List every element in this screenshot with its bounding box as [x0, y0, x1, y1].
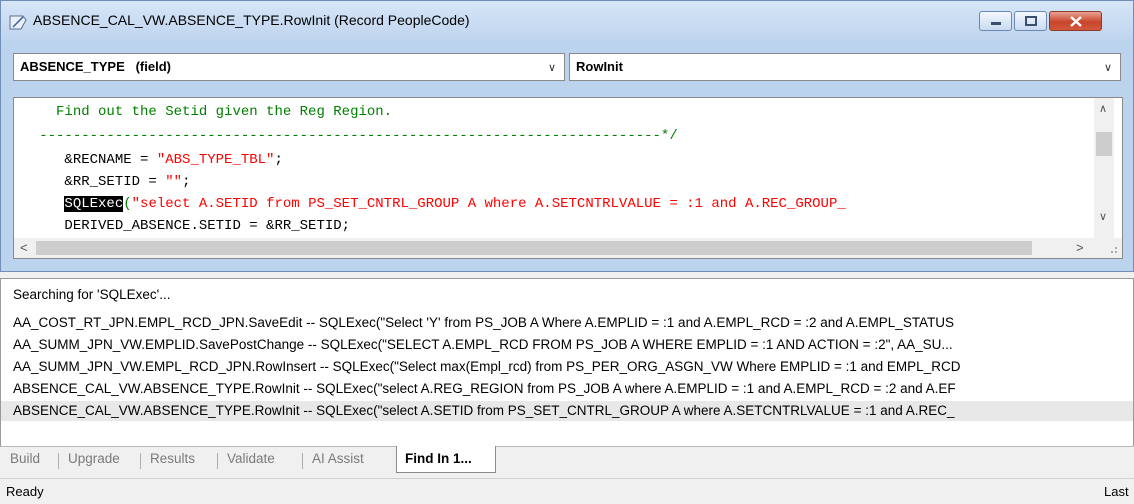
tab-build[interactable]: Build: [10, 451, 40, 466]
scroll-left-icon[interactable]: <: [20, 240, 28, 255]
status-text: Ready: [6, 484, 44, 499]
vertical-scrollbar[interactable]: ∧ ∨: [1094, 98, 1114, 238]
code-editor[interactable]: Find out the Setid given the Reg Region.…: [13, 97, 1123, 259]
status-right-text: Last: [1104, 484, 1129, 499]
close-button[interactable]: [1049, 11, 1102, 31]
result-row[interactable]: AA_SUMM_JPN_VW.EMPLID.SavePostChange -- …: [1, 335, 1133, 355]
scroll-up-icon[interactable]: ∧: [1099, 102, 1107, 115]
result-row[interactable]: ABSENCE_CAL_VW.ABSENCE_TYPE.RowInit -- S…: [1, 379, 1133, 399]
tab-validate[interactable]: Validate: [227, 451, 275, 466]
vertical-scroll-thumb[interactable]: [1096, 132, 1112, 156]
field-dropdown[interactable]: ABSENCE_TYPE (field) ∨: [13, 53, 565, 81]
tab-upgrade[interactable]: Upgrade: [68, 451, 120, 466]
scroll-down-icon[interactable]: ∨: [1099, 210, 1107, 223]
minimize-button[interactable]: [979, 11, 1012, 31]
chevron-down-icon: ∨: [548, 62, 557, 74]
tab-separator: [140, 453, 141, 469]
event-dropdown-value: RowInit: [576, 59, 623, 74]
tab-separator: [58, 453, 59, 469]
tab-separator: [217, 453, 218, 469]
code-token: ;: [182, 174, 191, 190]
horizontal-scrollbar[interactable]: < >: [14, 238, 1094, 258]
status-bar: Ready Last: [0, 478, 1134, 504]
peoplecode-window: ABSENCE_CAL_VW.ABSENCE_TYPE.RowInit (Rec…: [0, 0, 1134, 272]
code-line: SQLExec("select A.SETID from PS_SET_CNTR…: [14, 196, 846, 212]
result-row[interactable]: AA_SUMM_JPN_VW.EMPL_RCD_JPN.RowInsert --…: [1, 357, 1133, 377]
tab-find-in-label: Find In 1...: [405, 451, 472, 466]
search-status-text: Searching for 'SQLExec'...: [13, 287, 171, 302]
tab-results[interactable]: Results: [150, 451, 195, 466]
code-line: Find out the Setid given the Reg Region.: [14, 104, 392, 120]
title-bar[interactable]: ABSENCE_CAL_VW.ABSENCE_TYPE.RowInit (Rec…: [1, 1, 1133, 41]
code-token: (: [123, 196, 132, 212]
scroll-corner: [1094, 238, 1122, 258]
code-line: &RR_SETID = "";: [14, 174, 190, 190]
code-line: ----------------------------------------…: [14, 128, 678, 144]
resize-grip-icon[interactable]: [1108, 244, 1118, 254]
output-tabs: Build Upgrade Results Validate AI Assist…: [0, 446, 1134, 475]
code-token: "select A.SETID from PS_SET_CNTRL_GROUP …: [131, 196, 846, 212]
code-token: ----------------------------------------…: [39, 128, 678, 144]
code-token: Find out the Setid given the Reg Region.: [56, 104, 393, 120]
search-highlight: SQLExec: [64, 196, 124, 212]
maximize-button[interactable]: [1014, 11, 1047, 31]
tab-separator: [302, 453, 303, 469]
find-results-pane[interactable]: Searching for 'SQLExec'... AA_COST_RT_JP…: [0, 278, 1134, 473]
code-token: ;: [274, 152, 283, 168]
result-row[interactable]: AA_COST_RT_JPN.EMPL_RCD_JPN.SaveEdit -- …: [1, 313, 1133, 333]
tab-ai-assist[interactable]: AI Assist: [312, 451, 364, 466]
code-line: DERIVED_ABSENCE.SETID = &RR_SETID;: [14, 218, 350, 234]
code-token: DERIVED_ABSENCE.SETID = &RR_SETID;: [64, 218, 351, 234]
code-token: "": [165, 174, 183, 190]
result-row[interactable]: ABSENCE_CAL_VW.ABSENCE_TYPE.RowInit -- S…: [1, 401, 1133, 421]
chevron-down-icon: ∨: [1104, 62, 1113, 74]
window-title: ABSENCE_CAL_VW.ABSENCE_TYPE.RowInit (Rec…: [33, 12, 470, 28]
maximize-icon: [1025, 16, 1037, 26]
peoplecode-icon: [9, 15, 27, 30]
tab-find-in[interactable]: Find In 1...: [396, 446, 496, 473]
minimize-icon: [991, 22, 1001, 25]
code-token: "ABS_TYPE_TBL": [156, 152, 275, 168]
code-token: &RR_SETID =: [64, 174, 166, 190]
code-line: &RECNAME = "ABS_TYPE_TBL";: [14, 152, 283, 168]
event-dropdown[interactable]: RowInit ∨: [569, 53, 1121, 81]
scroll-right-icon[interactable]: >: [1076, 240, 1084, 255]
horizontal-scroll-thumb[interactable]: [36, 241, 1032, 255]
field-dropdown-value: ABSENCE_TYPE (field): [20, 59, 171, 74]
close-icon: [1070, 16, 1082, 27]
code-token: &RECNAME =: [64, 152, 157, 168]
